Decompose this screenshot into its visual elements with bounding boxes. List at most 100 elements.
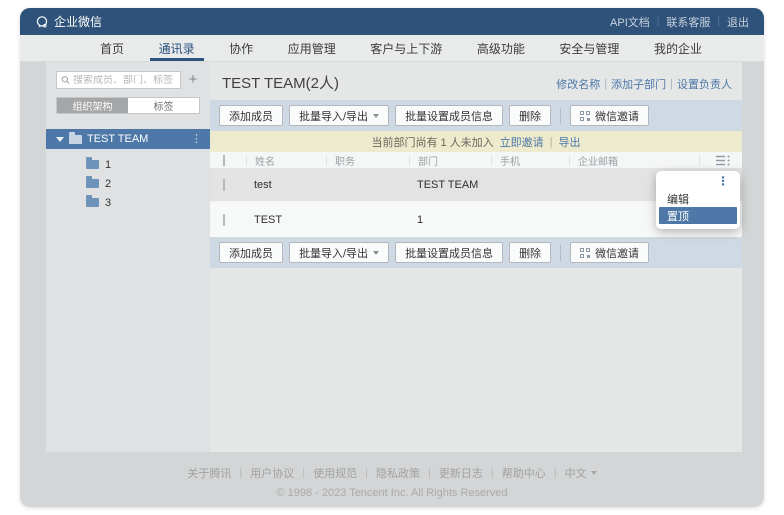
footer-link-help[interactable]: 帮助中心	[502, 465, 546, 481]
row-checkbox[interactable]	[223, 214, 225, 226]
tree-item-dept-2[interactable]: 2	[46, 174, 210, 193]
search-box	[56, 71, 181, 89]
rename-link[interactable]: 修改名称	[556, 76, 600, 92]
search-input[interactable]	[73, 75, 176, 86]
toolbar-top: 添加成员 批量导入/导出 批量设置成员信息 删除 微信邀请	[210, 100, 742, 131]
folder-icon	[86, 198, 99, 207]
col-header-phone: 手机	[491, 155, 569, 166]
nav-item-security[interactable]: 安全与管理	[555, 35, 623, 61]
language-selector[interactable]: 中文	[565, 465, 597, 481]
footer-links: 关于腾讯 | 用户协议 | 使用规范 | 隐私政策 | 更新日志 | 帮助中心 …	[20, 465, 764, 481]
copyright-text: © 1998 - 2023 Tencent Inc. All Rights Re…	[20, 487, 764, 499]
wechat-invite-label: 微信邀请	[595, 108, 639, 124]
app-window: 企业微信 API文档 | 联系客服 | 退出 首页 通讯录 协作 应用管理 客户…	[20, 8, 764, 507]
topbar-link-logout[interactable]: 退出	[727, 14, 749, 30]
members-table: 姓名 职务 部门 手机 企业邮箱	[210, 152, 742, 237]
nav-item-customers[interactable]: 客户与上下游	[366, 35, 446, 61]
topbar-link-contact-support[interactable]: 联系客服	[666, 14, 710, 30]
separator: |	[554, 467, 557, 479]
add-department-button[interactable]: +	[186, 73, 200, 87]
folder-icon	[86, 160, 99, 169]
separator: |	[604, 78, 607, 90]
footer-link-changelog[interactable]: 更新日志	[439, 465, 483, 481]
menu-item-edit[interactable]: 编辑	[659, 190, 737, 207]
import-export-button[interactable]: 批量导入/导出	[289, 242, 389, 263]
chevron-down-icon	[373, 114, 379, 118]
add-member-button[interactable]: 添加成员	[219, 105, 283, 126]
invite-now-link[interactable]: 立即邀请	[500, 134, 544, 150]
row-checkbox[interactable]	[223, 179, 225, 191]
app-logo-text: 企业微信	[54, 13, 102, 30]
cell-department: 1	[409, 214, 491, 226]
divider	[560, 108, 561, 124]
add-sub-department-link[interactable]: 添加子部门	[611, 76, 666, 92]
col-header-name: 姓名	[246, 155, 326, 166]
nav-item-home[interactable]: 首页	[96, 35, 128, 61]
wechat-invite-button[interactable]: 微信邀请	[570, 242, 649, 263]
row-context-menu: ⋮ 编辑 置顶	[656, 171, 740, 229]
cell-department: TEST TEAM	[409, 179, 491, 191]
separator: |	[365, 467, 368, 479]
wechat-invite-button[interactable]: 微信邀请	[570, 105, 649, 126]
import-export-label: 批量导入/导出	[299, 245, 368, 261]
set-leader-link[interactable]: 设置负责人	[677, 76, 732, 92]
page-title: TEST TEAM(2人)	[222, 72, 339, 93]
row-more-actions-icon[interactable]: ⋮	[717, 175, 729, 187]
menu-item-pin-top[interactable]: 置顶	[659, 207, 737, 224]
delete-button[interactable]: 删除	[509, 242, 551, 263]
footer-link-about[interactable]: 关于腾讯	[187, 465, 231, 481]
batch-set-info-button[interactable]: 批量设置成员信息	[395, 242, 503, 263]
separator: |	[491, 467, 494, 479]
caret-down-icon[interactable]	[56, 137, 64, 142]
qr-code-icon	[580, 248, 590, 258]
folder-icon	[69, 135, 82, 144]
import-export-label: 批量导入/导出	[299, 108, 368, 124]
wechat-work-bubble-icon	[35, 15, 49, 29]
batch-set-info-button[interactable]: 批量设置成员信息	[395, 105, 503, 126]
sidebar-search-row: +	[56, 71, 200, 89]
tree-root-label: TEST TEAM	[87, 133, 148, 145]
import-export-button[interactable]: 批量导入/导出	[289, 105, 389, 126]
export-link[interactable]: 导出	[559, 134, 581, 150]
notice-text: 当前部门尚有 1 人未加入	[371, 134, 493, 150]
separator: |	[428, 467, 431, 479]
tree-item-root[interactable]: TEST TEAM ⋮	[46, 129, 210, 149]
pending-join-notice: 当前部门尚有 1 人未加入 立即邀请 | 导出	[210, 131, 742, 152]
tree-child-label: 1	[105, 159, 111, 171]
nav-item-contacts[interactable]: 通讯录	[155, 35, 199, 61]
tree-root-more-icon[interactable]: ⋮	[191, 134, 202, 145]
table-header-row: 姓名 职务 部门 手机 企业邮箱	[210, 152, 742, 169]
tab-org-structure[interactable]: 组织架构	[57, 98, 128, 113]
topbar-link-api-docs[interactable]: API文档	[610, 14, 650, 30]
column-settings-icon[interactable]	[716, 155, 730, 166]
nav-item-my-company[interactable]: 我的企业	[650, 35, 706, 61]
tree-item-dept-3[interactable]: 3	[46, 193, 210, 212]
separator: |	[239, 467, 242, 479]
tree-item-dept-1[interactable]: 1	[46, 155, 210, 174]
department-tree: TEST TEAM ⋮ 1 2 3	[46, 129, 210, 212]
separator: |	[670, 78, 673, 90]
footer-link-usage[interactable]: 使用规范	[313, 465, 357, 481]
tab-labels[interactable]: 标签	[128, 98, 199, 113]
sidebar: + 组织架构 标签 TEST TEAM ⋮ 1 2	[46, 62, 210, 452]
footer-link-terms[interactable]: 用户协议	[250, 465, 294, 481]
select-all-checkbox[interactable]	[223, 155, 225, 166]
chevron-down-icon	[373, 251, 379, 255]
header-actions: 修改名称 | 添加子部门 | 设置负责人	[556, 76, 732, 92]
nav-item-collaboration[interactable]: 协作	[225, 35, 257, 61]
nav-item-app-management[interactable]: 应用管理	[284, 35, 340, 61]
cell-name: TEST	[246, 214, 326, 226]
add-member-button[interactable]: 添加成员	[219, 242, 283, 263]
wechat-invite-label: 微信邀请	[595, 245, 639, 261]
delete-button[interactable]: 删除	[509, 105, 551, 126]
main-nav: 首页 通讯录 协作 应用管理 客户与上下游 高级功能 安全与管理 我的企业	[20, 35, 764, 62]
search-icon	[61, 75, 70, 85]
tree-child-label: 3	[105, 197, 111, 209]
content-area: + 组织架构 标签 TEST TEAM ⋮ 1 2	[46, 62, 742, 452]
separator: |	[657, 16, 660, 27]
footer-link-privacy[interactable]: 隐私政策	[376, 465, 420, 481]
nav-item-advanced[interactable]: 高级功能	[473, 35, 529, 61]
tree-child-label: 2	[105, 178, 111, 190]
col-header-title: 职务	[326, 155, 409, 166]
main-header: TEST TEAM(2人) 修改名称 | 添加子部门 | 设置负责人	[210, 62, 742, 100]
